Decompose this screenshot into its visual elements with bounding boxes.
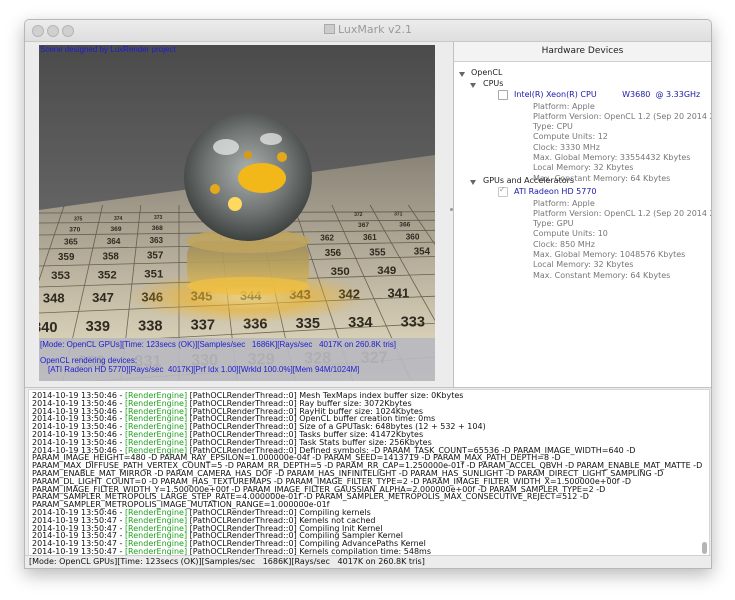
tree-item-opencl[interactable]: OpenCL <box>471 68 502 77</box>
floor-tile-number: 363 <box>149 236 163 245</box>
gpu-property-row: Clock: 850 MHz <box>533 239 595 249</box>
render-stats-text: [Mode: OpenCL GPUs][Time: 123secs (OK)][… <box>40 340 397 349</box>
floor-tile-number: 348 <box>43 291 65 306</box>
floor-tile-number: 374 <box>114 216 123 222</box>
app-icon <box>323 24 335 34</box>
floor-tile-number: 362 <box>320 234 334 243</box>
floor-tile-number: 373 <box>154 215 163 221</box>
devices-label-text: OpenCL rendering devices: <box>40 356 138 365</box>
floor-tile-number: 347 <box>92 290 114 305</box>
render-image: 375 374 373 372 371 370 369 368 367 366 365 364 363 3… <box>39 45 435 381</box>
log-scrollbar[interactable] <box>702 542 707 554</box>
horizontal-splitter[interactable] <box>25 387 711 388</box>
gpu-property-row: Max. Global Memory: 1048576 Kbytes <box>533 250 686 259</box>
luxmark-window: LuxMark v2.1 375 374 373 372 371 370 369… <box>24 19 712 569</box>
gpu-property-row: Max. Constant Memory: 64 Kbytes <box>533 270 671 280</box>
tree-item-cpus[interactable]: CPUs <box>483 79 503 88</box>
floor-tile-number: 366 <box>399 221 410 228</box>
floor-tile-number: 340 <box>39 320 58 336</box>
floor-tile-number: 361 <box>363 233 377 242</box>
floor-tile-number: 372 <box>354 212 363 218</box>
floor-tile-number: 375 <box>74 216 83 222</box>
cpu-property-row: Clock: 3330 MHz <box>533 142 600 152</box>
cpu-property-row: Platform: Apple <box>533 101 595 111</box>
status-bar: [Mode: OpenCL GPUs][Time: 123secs (OK)][… <box>25 555 711 568</box>
device-stats-text: [ATI Radeon HD 5770][Rays/sec 4017K][Prf… <box>48 365 360 374</box>
cpu-property-row: Compute Units: 12 <box>533 132 608 142</box>
tree-item-cpu-name[interactable]: Intel(R) Xeon(R) CPU W3680 @ 3.33GHz <box>514 90 700 99</box>
cpu-property-row: Local Memory: 32 Kbytes <box>533 163 634 173</box>
floor-tile-number: 369 <box>111 226 122 233</box>
splitter-handle[interactable] <box>450 208 453 211</box>
floor-tile-number: 365 <box>64 237 78 246</box>
window-title: LuxMark v2.1 <box>337 23 413 36</box>
gpu-property-row: Local Memory: 32 Kbytes <box>533 260 634 270</box>
floor-tile-number: 360 <box>406 232 420 241</box>
floor-tile-number: 354 <box>414 247 431 258</box>
floor-tile-number: 367 <box>358 222 369 229</box>
floor-tile-number: 368 <box>152 225 163 232</box>
floor-tile-number: 352 <box>98 269 117 281</box>
floor-tile-number: 334 <box>348 315 373 331</box>
render-viewport[interactable]: 375 374 373 372 371 370 369 368 367 366 365 364 363 3… <box>39 45 435 381</box>
log-output[interactable]: 2014-10-19 13:50:46 - [RenderEngine] [Pa… <box>28 389 710 556</box>
floor-tile-number: 341 <box>388 286 410 301</box>
floor-tile-number: 364 <box>107 237 121 246</box>
window-title-container: LuxMark v2.1 <box>25 23 711 36</box>
expand-arrow-icon[interactable] <box>459 72 465 77</box>
floor-tile-number: 333 <box>401 314 425 330</box>
cpu-device-checkbox[interactable] <box>498 90 508 100</box>
floor-tile-number: 350 <box>331 266 350 278</box>
floor-tile-number: 339 <box>86 319 110 335</box>
expand-arrow-icon[interactable] <box>470 180 476 185</box>
floor-tile-number: 371 <box>394 212 403 218</box>
gpu-property-row: Platform: Apple <box>533 198 595 208</box>
hardware-devices-header[interactable]: Hardware Devices <box>454 42 711 62</box>
floor-tile-number: 356 <box>325 248 342 259</box>
floor-tile-number: 349 <box>377 265 396 277</box>
cpu-property-row: Platform Version: OpenCL 1.2 (Sep 20 201… <box>533 111 711 121</box>
gpu-property-row: Compute Units: 10 <box>533 229 608 239</box>
status-text: [Mode: OpenCL GPUs][Time: 123secs (OK)][… <box>29 557 425 566</box>
floor-tile-number: 358 <box>103 251 120 262</box>
cpu-property-row: Max. Global Memory: 33554432 Kbytes <box>533 153 691 162</box>
floor-tile-number: 353 <box>51 270 70 282</box>
scene-credit-text: Scene designed by LuxRender project <box>40 45 176 54</box>
tree-item-gpu-name[interactable]: ATI Radeon HD 5770 <box>514 187 597 196</box>
floor-tile-number: 355 <box>369 247 386 258</box>
floor-tile-number: 359 <box>58 252 75 263</box>
cpu-property-row: Type: CPU <box>533 122 573 132</box>
hardware-devices-panel: Hardware Devices OpenCL CPUs Intel(R) Xe… <box>454 42 711 387</box>
floor-tile-number: 338 <box>138 318 162 334</box>
tree-item-gpus[interactable]: GPUs and Accelerators <box>483 176 574 185</box>
title-bar[interactable]: LuxMark v2.1 <box>25 20 711 42</box>
gpu-property-row: Type: GPU <box>533 219 574 229</box>
floor-tile-number: 370 <box>69 226 80 233</box>
expand-arrow-icon[interactable] <box>470 83 476 88</box>
gpu-property-row: Platform Version: OpenCL 1.2 (Sep 20 201… <box>533 208 711 218</box>
checkmark-icon: ✓ <box>499 185 506 194</box>
floor-tile-number: 357 <box>147 251 164 262</box>
